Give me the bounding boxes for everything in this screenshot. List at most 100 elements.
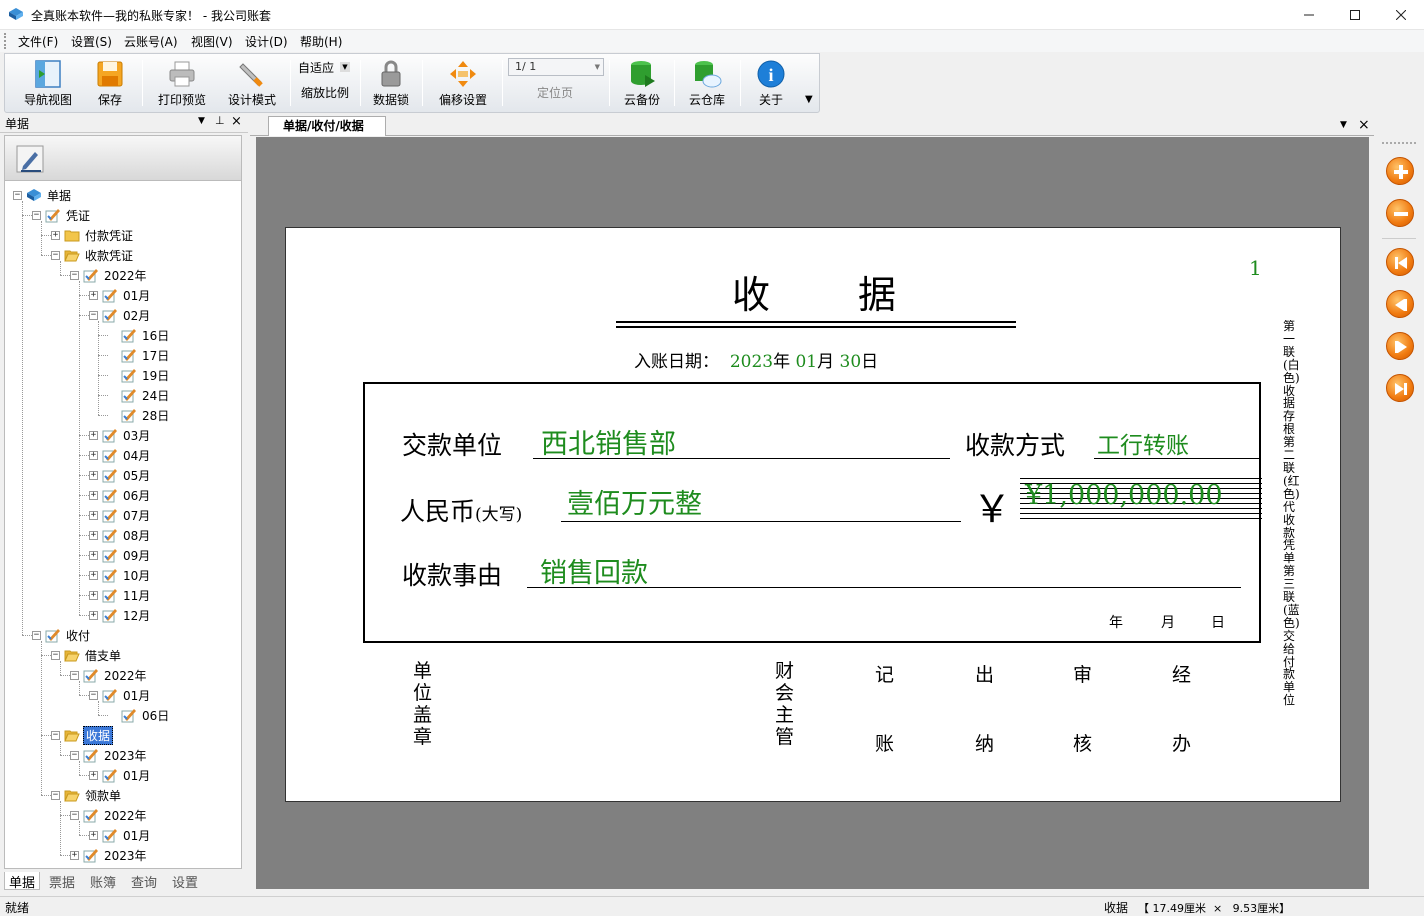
tree-node[interactable]: 16日 [108, 325, 171, 345]
collapse-icon[interactable]: − [51, 730, 60, 740]
previous-page-button[interactable] [1386, 290, 1414, 318]
tab-bills[interactable]: 票据 [45, 872, 79, 891]
zoom-out-button[interactable] [1386, 199, 1414, 227]
save-button[interactable]: 保存 [87, 54, 133, 112]
zoom-combo[interactable]: 自适应 ▼ [297, 58, 351, 76]
expand-icon[interactable]: + [89, 570, 98, 580]
menu-view[interactable]: 视图(V) [191, 33, 233, 50]
tree-node[interactable]: +03月 [89, 425, 152, 445]
nav-view-button[interactable]: 导航视图 [17, 54, 79, 112]
collapse-icon[interactable]: − [89, 690, 98, 700]
collapse-icon[interactable]: − [51, 790, 60, 800]
tree-node[interactable]: +01月 [89, 825, 152, 845]
tab-query[interactable]: 查询 [127, 872, 161, 891]
tree-node[interactable]: − 收款凭证 [51, 245, 135, 265]
next-page-button[interactable] [1386, 332, 1414, 360]
expand-icon[interactable]: + [89, 510, 98, 520]
tree-node[interactable]: +08月 [89, 525, 152, 545]
design-mode-button[interactable]: 设计模式 [221, 54, 283, 112]
toolbar-overflow-icon[interactable]: ▼ [805, 94, 817, 108]
expand-icon[interactable]: + [51, 230, 60, 240]
maximize-button[interactable] [1332, 0, 1378, 30]
collapse-icon[interactable]: − [70, 270, 79, 280]
tree-node[interactable]: − 2023年 [70, 745, 149, 765]
tree-node[interactable]: +12月 [89, 605, 152, 625]
tree-node[interactable]: +07月 [89, 505, 152, 525]
tree-node[interactable]: +10月 [89, 565, 152, 585]
last-page-button[interactable] [1386, 374, 1414, 402]
first-page-button[interactable] [1386, 248, 1414, 276]
about-button[interactable]: i 关于 [747, 54, 795, 112]
tree-node-label: 2022年 [104, 668, 147, 683]
tree-node[interactable]: +09月 [89, 545, 152, 565]
tab-ledgers[interactable]: 账簿 [86, 872, 120, 891]
tree-node[interactable]: 28日 [108, 405, 171, 425]
minimize-button[interactable] [1286, 0, 1332, 30]
collapse-icon[interactable]: − [89, 310, 98, 320]
expand-icon[interactable]: + [89, 770, 98, 780]
collapse-icon[interactable]: − [32, 210, 41, 220]
expand-icon[interactable]: + [89, 450, 98, 460]
collapse-icon[interactable]: − [13, 190, 22, 200]
expand-icon[interactable]: + [89, 290, 98, 300]
collapse-icon[interactable]: − [51, 650, 60, 660]
print-preview-button[interactable]: 打印预览 [151, 54, 213, 112]
footer-month: 月 [1161, 615, 1175, 631]
panel-close-icon[interactable]: × [231, 114, 242, 129]
tree-node[interactable]: +01月 [89, 765, 152, 785]
tree-node[interactable]: +01月 [89, 285, 152, 305]
tree-node[interactable]: − 2022年 [70, 665, 149, 685]
data-lock-button[interactable]: 数据锁 [367, 54, 415, 112]
close-button[interactable] [1378, 0, 1424, 30]
expand-icon[interactable]: + [89, 430, 98, 440]
page-value: 1/ 1 [515, 60, 537, 73]
tab-close-icon[interactable]: × [1358, 117, 1370, 133]
pen-edit-icon[interactable] [15, 144, 45, 174]
tree-node[interactable]: + 付款凭证 [51, 225, 135, 245]
pin-icon[interactable]: ⊥ [215, 114, 225, 127]
expand-icon[interactable]: + [89, 470, 98, 480]
tab-list-icon[interactable]: ▼ [1340, 120, 1347, 130]
collapse-icon[interactable]: − [32, 630, 41, 640]
menu-design[interactable]: 设计(D) [245, 33, 288, 50]
tab-documents[interactable]: 单据 [4, 872, 41, 891]
tab-settings[interactable]: 设置 [168, 872, 202, 891]
offset-settings-button[interactable]: 偏移设置 [431, 54, 495, 112]
tree-node[interactable]: +05月 [89, 465, 152, 485]
expand-icon[interactable]: + [89, 610, 98, 620]
expand-icon[interactable]: + [89, 550, 98, 560]
menu-cloud-account[interactable]: 云账号(A) [124, 33, 178, 50]
panel-menu-icon[interactable]: ▼ [198, 116, 205, 126]
data-lock-label: 数据锁 [372, 93, 409, 107]
collapse-icon[interactable]: − [70, 750, 79, 760]
expand-icon[interactable]: + [89, 590, 98, 600]
tree-node[interactable]: − 2022年 [70, 805, 149, 825]
collapse-icon[interactable]: − [51, 250, 60, 260]
document-tab[interactable]: 单据/收付/收据 [268, 116, 386, 136]
cloud-backup-button[interactable]: 云备份 [615, 54, 669, 112]
zoom-in-button[interactable] [1386, 157, 1414, 185]
menu-help[interactable]: 帮助(H) [300, 33, 342, 50]
menu-file[interactable]: 文件(F) [18, 33, 58, 50]
menu-settings[interactable]: 设置(S) [71, 33, 112, 50]
expand-icon[interactable]: + [70, 850, 79, 860]
tree-node[interactable]: − 借支单 [51, 645, 123, 665]
collapse-icon[interactable]: − [70, 810, 79, 820]
expand-icon[interactable]: + [89, 830, 98, 840]
tree-node[interactable]: − 领款单 [51, 785, 123, 805]
tree-node[interactable]: +04月 [89, 445, 152, 465]
tree-node[interactable]: − 2022年 [70, 265, 149, 285]
tree-node[interactable]: 24日 [108, 385, 171, 405]
tree-node-label: 2022年 [104, 268, 147, 283]
tree-node[interactable]: 17日 [108, 345, 171, 365]
tree-node[interactable]: +06月 [89, 485, 152, 505]
expand-icon[interactable]: + [89, 490, 98, 500]
page-combo[interactable]: 1/ 1 ▼ [508, 58, 604, 76]
tree-node[interactable]: +2023年 [70, 845, 149, 865]
tree-node[interactable]: +11月 [89, 585, 152, 605]
tree-node[interactable]: 19日 [108, 365, 171, 385]
expand-icon[interactable]: + [89, 530, 98, 540]
cloud-storage-button[interactable]: 云仓库 [680, 54, 734, 112]
tree-node[interactable]: 06日 [108, 705, 171, 725]
collapse-icon[interactable]: − [70, 670, 79, 680]
